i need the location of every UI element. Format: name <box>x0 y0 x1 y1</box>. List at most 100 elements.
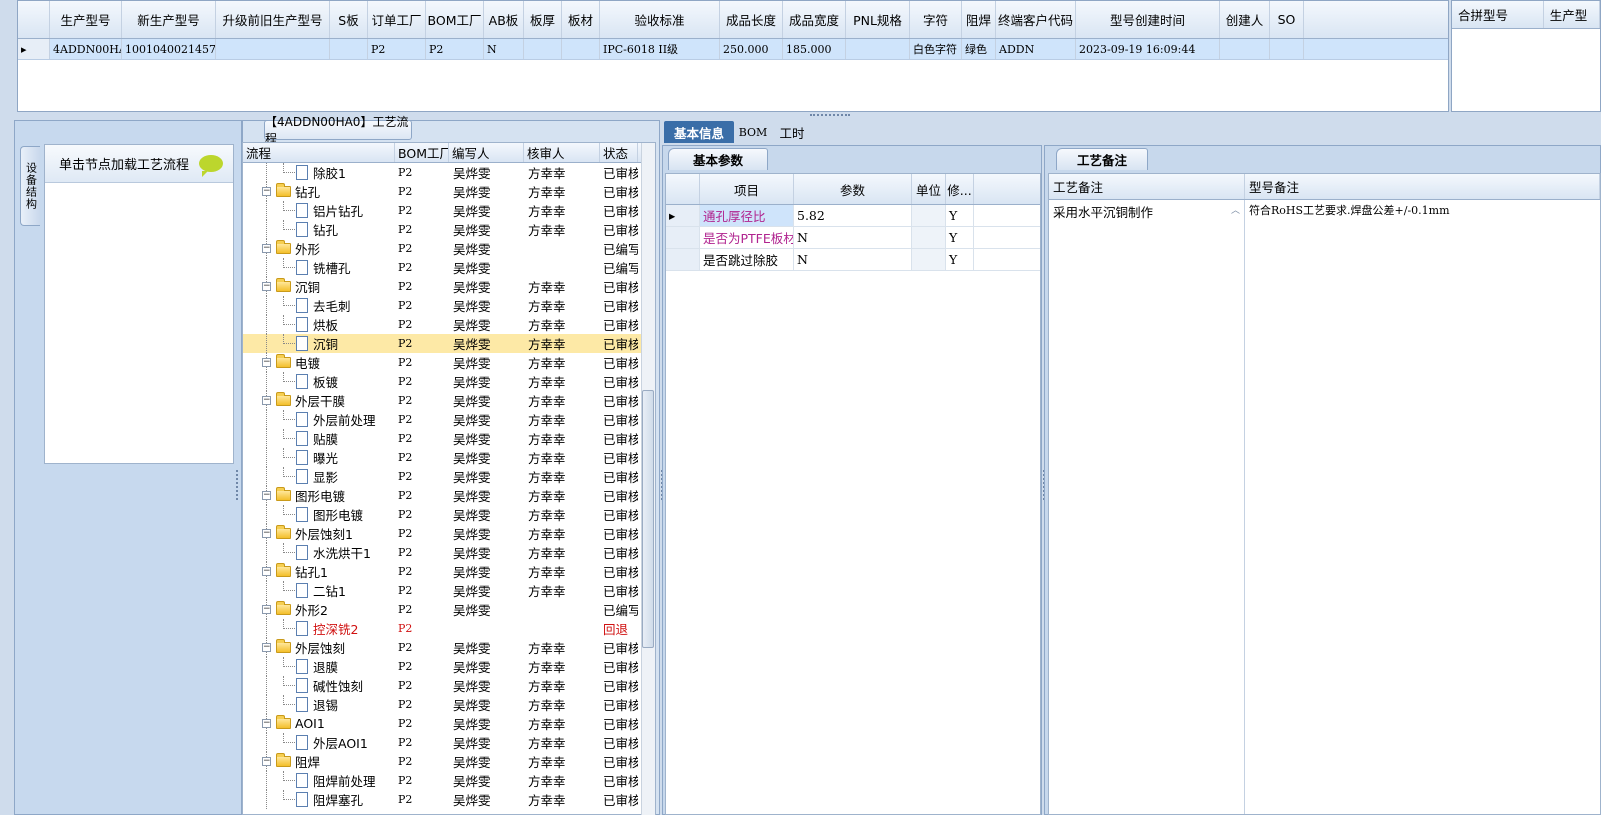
writer-cell[interactable]: 吴烨雯 <box>449 391 524 410</box>
writer-cell[interactable]: 吴烨雯 <box>449 714 524 733</box>
tree-node[interactable]: 板镀 <box>243 372 395 391</box>
status-cell[interactable]: 已审核 <box>600 562 638 581</box>
table-row[interactable]: 是否跳过除胶 N Y <box>666 249 1040 271</box>
reviewer-cell[interactable]: 方幸幸 <box>524 410 600 429</box>
reviewer-cell[interactable]: 方幸幸 <box>524 353 600 372</box>
params-grid-body[interactable]: ▸ 通孔厚径比 5.82 Y 是否为PTFE板材 N Y 是否跳过除胶 N Y <box>666 205 1040 271</box>
factory-cell[interactable]: P2 <box>395 201 449 220</box>
column-header[interactable]: 升级前旧生产型号 <box>216 1 330 38</box>
notes-grid[interactable]: 工艺备注 型号备注 采用水平沉铜制作 ︿ 符合RoHS工艺要求.焊盘公差+/-0… <box>1048 173 1601 815</box>
tree-scrollbar-thumb[interactable] <box>642 390 654 648</box>
table-cell[interactable] <box>562 39 600 59</box>
param-unit-cell[interactable] <box>912 227 946 248</box>
param-mod-cell[interactable]: Y <box>946 249 974 270</box>
status-cell[interactable]: 已审核 <box>600 201 638 220</box>
writer-cell[interactable]: 吴烨雯 <box>449 581 524 600</box>
tree-node[interactable]: 控深铣2 <box>243 619 395 638</box>
tree-row[interactable]: 显影 P2 吴烨雯 方幸幸 已审核 <box>243 467 655 486</box>
tree-node[interactable]: 阻焊前处理 <box>243 771 395 790</box>
writer-cell[interactable]: 吴烨雯 <box>449 543 524 562</box>
writer-cell[interactable]: 吴烨雯 <box>449 733 524 752</box>
reviewer-cell[interactable]: 方幸幸 <box>524 296 600 315</box>
tab-equipment-structure[interactable]: 设备结构 <box>20 146 40 226</box>
tree-node[interactable]: 曝光 <box>243 448 395 467</box>
tree-row[interactable]: 退锡 P2 吴烨雯 方幸幸 已审核 <box>243 695 655 714</box>
collapse-icon[interactable]: − <box>262 719 271 728</box>
reviewer-cell[interactable]: 方幸幸 <box>524 543 600 562</box>
horizontal-splitter[interactable] <box>0 112 1601 120</box>
table-cell[interactable] <box>1220 39 1270 59</box>
writer-cell[interactable] <box>449 619 524 638</box>
factory-cell[interactable]: P2 <box>395 619 449 638</box>
reviewer-cell[interactable]: 方幸幸 <box>524 695 600 714</box>
table-cell[interactable]: P2 <box>368 39 426 59</box>
table-cell[interactable]: 绿色 <box>962 39 996 59</box>
notes-row[interactable]: 采用水平沉铜制作 ︿ 符合RoHS工艺要求.焊盘公差+/-0.1mm <box>1049 200 1600 814</box>
tree-row[interactable]: − AOI1 P2 吴烨雯 方幸幸 已审核 <box>243 714 655 733</box>
writer-cell[interactable]: 吴烨雯 <box>449 695 524 714</box>
collapse-icon[interactable]: − <box>262 187 271 196</box>
tree-node[interactable]: 显影 <box>243 467 395 486</box>
status-cell[interactable]: 已审核 <box>600 581 638 600</box>
table-cell[interactable]: ADDN <box>996 39 1076 59</box>
status-cell[interactable]: 已审核 <box>600 505 638 524</box>
load-process-panel[interactable]: 单击节点加载工艺流程 <box>44 144 234 464</box>
tree-node[interactable]: 阻焊塞孔 <box>243 790 395 809</box>
factory-cell[interactable]: P2 <box>395 391 449 410</box>
status-cell[interactable]: 已审核 <box>600 277 638 296</box>
column-header[interactable]: 订单工厂 <box>368 1 426 38</box>
status-cell[interactable]: 已审核 <box>600 353 638 372</box>
tree-row[interactable]: 烘板 P2 吴烨雯 方幸幸 已审核 <box>243 315 655 334</box>
tree-row[interactable]: 退膜 P2 吴烨雯 方幸幸 已审核 <box>243 657 655 676</box>
tree-node[interactable]: − 电镀 <box>243 353 395 372</box>
tree-node[interactable]: − 外层蚀刻1 <box>243 524 395 543</box>
status-cell[interactable]: 已审核 <box>600 486 638 505</box>
table-cell[interactable]: 250.000 <box>720 39 783 59</box>
tree-row[interactable]: 外层前处理 P2 吴烨雯 方幸幸 已审核 <box>243 410 655 429</box>
table-cell[interactable]: P2 <box>426 39 484 59</box>
status-cell[interactable]: 已审核 <box>600 220 638 239</box>
reviewer-cell[interactable]: 方幸幸 <box>524 467 600 486</box>
tree-row[interactable]: 去毛刺 P2 吴烨雯 方幸幸 已审核 <box>243 296 655 315</box>
status-cell[interactable]: 已审核 <box>600 448 638 467</box>
column-header[interactable]: 板材 <box>562 1 600 38</box>
factory-cell[interactable]: P2 <box>395 581 449 600</box>
tree-node[interactable]: 钻孔 <box>243 220 395 239</box>
process-tree-grid[interactable]: 流程 BOM工厂 编写人 核审人 状态 除胶1 P2 吴烨雯 方幸幸 已审核 − 钻孔 P2 吴烨雯 方幸… <box>242 142 656 815</box>
tab-basic-params[interactable]: 基本参数 <box>668 148 768 170</box>
factory-cell[interactable]: P2 <box>395 372 449 391</box>
factory-cell[interactable]: P2 <box>395 714 449 733</box>
tree-node[interactable]: 烘板 <box>243 315 395 334</box>
tree-node[interactable]: 二钻1 <box>243 581 395 600</box>
factory-cell[interactable]: P2 <box>395 353 449 372</box>
process-note-cell[interactable]: 采用水平沉铜制作 ︿ <box>1049 200 1245 814</box>
collapse-icon[interactable]: − <box>262 491 271 500</box>
tree-node[interactable]: − 图形电镀 <box>243 486 395 505</box>
tree-node[interactable]: 铝片钻孔 <box>243 201 395 220</box>
writer-cell[interactable]: 吴烨雯 <box>449 429 524 448</box>
writer-cell[interactable]: 吴烨雯 <box>449 258 524 277</box>
table-row[interactable]: 是否为PTFE板材 N Y <box>666 227 1040 249</box>
status-cell[interactable]: 已审核 <box>600 334 638 353</box>
table-cell[interactable]: 2023-09-19 16:09:44 <box>1076 39 1220 59</box>
factory-cell[interactable]: P2 <box>395 733 449 752</box>
table-cell[interactable] <box>1270 39 1304 59</box>
factory-cell[interactable]: P2 <box>395 600 449 619</box>
status-cell[interactable]: 已编写 <box>600 600 638 619</box>
reviewer-cell[interactable]: 方幸幸 <box>524 163 600 182</box>
grid-corner[interactable] <box>18 1 50 38</box>
tree-row[interactable]: 除胶1 P2 吴烨雯 方幸幸 已审核 <box>243 163 655 182</box>
tree-row[interactable]: − 钻孔 P2 吴烨雯 方幸幸 已审核 <box>243 182 655 201</box>
column-header[interactable]: 核审人 <box>524 143 600 162</box>
writer-cell[interactable]: 吴烨雯 <box>449 353 524 372</box>
table-cell[interactable]: N <box>484 39 524 59</box>
reviewer-cell[interactable]: 方幸幸 <box>524 733 600 752</box>
status-cell[interactable]: 已审核 <box>600 543 638 562</box>
factory-cell[interactable]: P2 <box>395 486 449 505</box>
column-header[interactable]: 成品长度 <box>720 1 783 38</box>
status-cell[interactable]: 已审核 <box>600 163 638 182</box>
writer-cell[interactable]: 吴烨雯 <box>449 163 524 182</box>
column-header[interactable]: 终端客户代码 <box>996 1 1076 38</box>
tree-node[interactable]: − 沉铜 <box>243 277 395 296</box>
column-header[interactable]: 项目 <box>700 174 794 204</box>
